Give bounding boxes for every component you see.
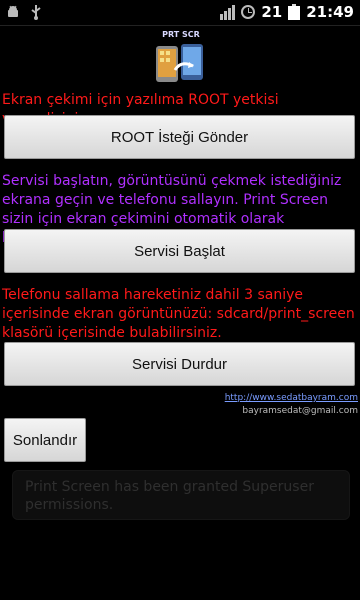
battery-icon (288, 4, 301, 20)
stop-service-button[interactable]: Servisi Durdur (4, 342, 355, 386)
signal-icon (220, 4, 236, 20)
status-bar: 21 21:49 (0, 0, 360, 26)
clock: 21:49 (306, 3, 354, 21)
start-service-button[interactable]: Servisi Başlat (4, 229, 355, 273)
superuser-toast: Print Screen has been granted Superuser … (12, 470, 350, 520)
logo-text: PRT SCR (162, 30, 200, 39)
android-debug-icon (8, 5, 18, 17)
website-link[interactable]: http://www.sedatbayram.com (225, 393, 358, 403)
usb-icon (31, 5, 41, 20)
finish-button[interactable]: Sonlandır (4, 418, 86, 462)
shake-instructions: Telefonu sallama hareketiniz dahil 3 san… (2, 287, 355, 341)
phone-logo-icon (156, 44, 203, 82)
contact-email: bayramsedat@gmail.com (242, 406, 358, 416)
alarm-icon (241, 5, 256, 19)
root-request-button[interactable]: ROOT İsteği Gönder (4, 115, 355, 159)
date-indicator: 21 (261, 3, 283, 21)
app-logo: PRT SCR (153, 30, 209, 86)
